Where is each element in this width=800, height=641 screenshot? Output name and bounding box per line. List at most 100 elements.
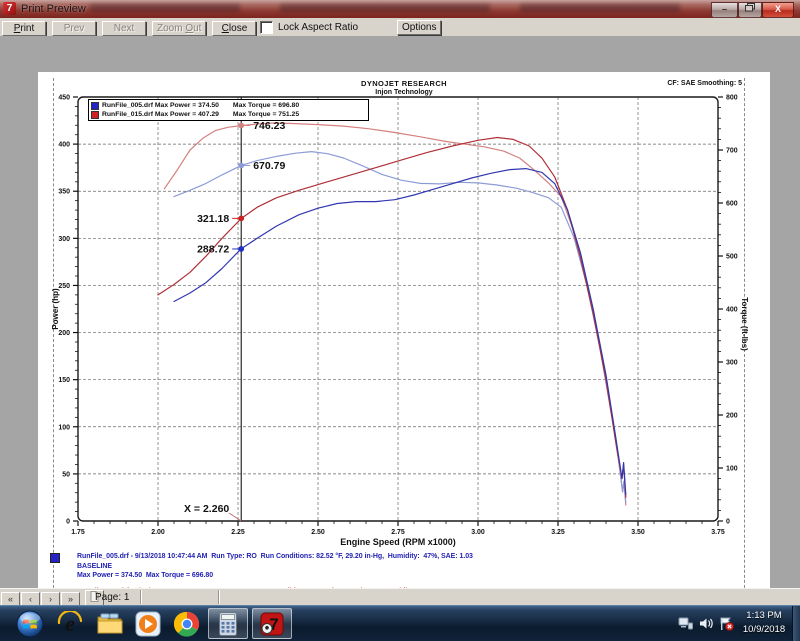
svg-text:0: 0 <box>66 519 70 526</box>
chrome-icon <box>174 611 200 637</box>
svg-text:3.00: 3.00 <box>471 529 485 536</box>
calculator-icon <box>219 611 237 636</box>
taskbar: e 7 1:13 PM 10/9/2018 <box>0 605 800 641</box>
volume-icon[interactable] <box>699 617 713 630</box>
taskbar-item-dynojet-winpep[interactable]: 7 <box>252 608 292 639</box>
svg-text:300: 300 <box>58 236 70 243</box>
statusbar-divider <box>218 590 220 604</box>
toolbar-button-prev[interactable]: Prev <box>52 21 96 36</box>
taskbar-clock[interactable]: 1:13 PM 10/9/2018 <box>736 609 792 637</box>
toolbar-button-next[interactable]: Next <box>102 21 146 36</box>
svg-text:2.75: 2.75 <box>391 529 405 536</box>
svg-text:300: 300 <box>726 360 738 367</box>
clock-time: 1:13 PM <box>746 610 782 621</box>
preview-background: 1.75 2.00 2.25 2.50 2.75 3.00 3.25 3.50 3.75 0 50 1… <box>0 36 800 624</box>
run-color-swatch <box>50 553 60 563</box>
folder-icon <box>97 613 123 633</box>
minimize-button[interactable]: – <box>711 2 738 18</box>
svg-text:400: 400 <box>58 142 70 149</box>
network-icon[interactable] <box>678 617 693 630</box>
action-center-flag-icon[interactable] <box>719 617 734 631</box>
svg-text:350: 350 <box>58 189 70 196</box>
svg-text:0: 0 <box>726 519 730 526</box>
svg-text:100: 100 <box>58 424 70 431</box>
legend-color-swatch <box>91 101 99 110</box>
clock-date: 10/9/2018 <box>742 624 786 635</box>
app-dynojet-icon: 7 <box>3 2 16 15</box>
system-tray <box>678 606 734 641</box>
legend-row: RunFile_015.drf Max Power = 407.29 Max To… <box>91 110 368 119</box>
windows-start-orb-icon <box>16 610 44 637</box>
cursor-value-label: 746.23 <box>253 120 285 132</box>
statusbar-divider <box>140 590 142 604</box>
dynojet-winpep-icon: 7 <box>260 612 284 635</box>
axis-titles: Engine Speed (RPM x1000) Power (hp) Torque… <box>51 288 749 547</box>
svg-text:400: 400 <box>726 307 738 314</box>
legend-label: RunFile_015.drf Max Power = 407.29 <box>102 111 219 118</box>
run-info-entry: RunFile_005.drf - 9/13/2018 10:47:44 AM … <box>50 552 750 581</box>
taskbar-item-chrome[interactable] <box>167 608 207 639</box>
lock-aspect-ratio-label: Lock Aspect Ratio <box>278 21 359 33</box>
media-player-icon <box>135 611 161 636</box>
svg-text:2.25: 2.25 <box>231 529 245 536</box>
svg-text:50: 50 <box>62 471 70 478</box>
svg-text:200: 200 <box>58 330 70 337</box>
svg-text:150: 150 <box>58 377 70 384</box>
svg-text:2.50: 2.50 <box>311 529 325 536</box>
background-window-ghost-text <box>280 4 490 12</box>
x-axis-title: Engine Speed (RPM x1000) <box>340 537 456 547</box>
internet-explorer-icon: e <box>57 610 83 636</box>
title-bar: 7 Print Preview – X <box>0 0 800 19</box>
chart-title: DYNOJET RESEARCH <box>361 79 447 88</box>
legend-label: RunFile_005.drf Max Power = 374.50 <box>102 102 219 109</box>
print-preview-window: 7 Print Preview – X Print Prev Next Zoom Ou… <box>0 0 800 641</box>
svg-text:e: e <box>65 611 75 636</box>
svg-text:3.50: 3.50 <box>631 529 645 536</box>
toolbar: Print Prev Next Zoom Out Close Lock Aspect R… <box>0 18 800 37</box>
svg-text:100: 100 <box>726 466 738 473</box>
svg-text:250: 250 <box>58 283 70 290</box>
taskbar-item-windows-explorer[interactable] <box>90 608 130 639</box>
close-button[interactable]: X <box>762 2 794 18</box>
run-description: RunFile_005.drf - 9/13/2018 10:47:44 AM … <box>77 553 473 579</box>
preview-page: 1.75 2.00 2.25 2.50 2.75 3.00 3.25 3.50 3.75 0 50 1… <box>38 72 770 624</box>
dyno-chart: 1.75 2.00 2.25 2.50 2.75 3.00 3.25 3.50 3.750501… <box>51 95 749 548</box>
chart-subtitle: Injon Technology <box>375 89 433 96</box>
options-button[interactable]: Options <box>397 20 442 35</box>
legend-label: Max Torque = 696.80 <box>232 102 300 109</box>
svg-text:200: 200 <box>726 413 738 420</box>
restore-icon <box>745 3 755 12</box>
background-window-ghost-text <box>520 4 680 12</box>
svg-text:1.75: 1.75 <box>71 529 85 536</box>
svg-text:2.00: 2.00 <box>151 529 165 536</box>
smoothing-note: CF: SAE Smoothing: 5 <box>667 80 742 87</box>
lock-aspect-ratio-checkbox[interactable] <box>260 20 273 34</box>
svg-text:3.25: 3.25 <box>551 529 565 536</box>
taskbar-item-media-player[interactable] <box>128 608 168 639</box>
svg-text:3.75: 3.75 <box>711 529 725 536</box>
window-title: Print Preview <box>21 3 86 15</box>
right-axis-title: Torque (ft-lbs) <box>740 297 749 351</box>
toolbar-button-print[interactable]: Print <box>2 21 46 36</box>
start-button[interactable] <box>10 608 50 639</box>
page-indicator: Page: 1 <box>95 592 130 603</box>
cursor-value-label: 670.79 <box>253 160 285 172</box>
taskbar-item-internet-explorer[interactable]: e <box>50 608 90 639</box>
svg-text:500: 500 <box>726 254 738 261</box>
cursor-label-pointer <box>228 512 242 522</box>
data-series <box>157 122 627 506</box>
cursor-x-label: X = 2.260 <box>184 503 230 515</box>
show-desktop-button[interactable] <box>792 606 800 641</box>
toolbar-button-zoom-out[interactable]: Zoom Out <box>152 21 207 36</box>
restore-button[interactable] <box>738 2 762 18</box>
svg-text:600: 600 <box>726 201 738 208</box>
taskbar-item-calculator[interactable] <box>208 608 248 639</box>
toolbar-buttons: Print Prev Next Zoom Out Close <box>0 18 260 36</box>
toolbar-button-close[interactable]: Close <box>212 21 257 36</box>
left-axis-title: Power (hp) <box>51 288 60 330</box>
page-nav-buttons: «‹ ›» <box>0 589 80 608</box>
legend-row: RunFile_005.drf Max Power = 374.50 Max To… <box>91 101 368 110</box>
cursor-value-label: 288.72 <box>197 243 229 255</box>
legend-label: Max Torque = 751.25 <box>232 111 300 118</box>
chart-legend: RunFile_005.drf Max Power = 374.50 Max To… <box>88 99 369 121</box>
